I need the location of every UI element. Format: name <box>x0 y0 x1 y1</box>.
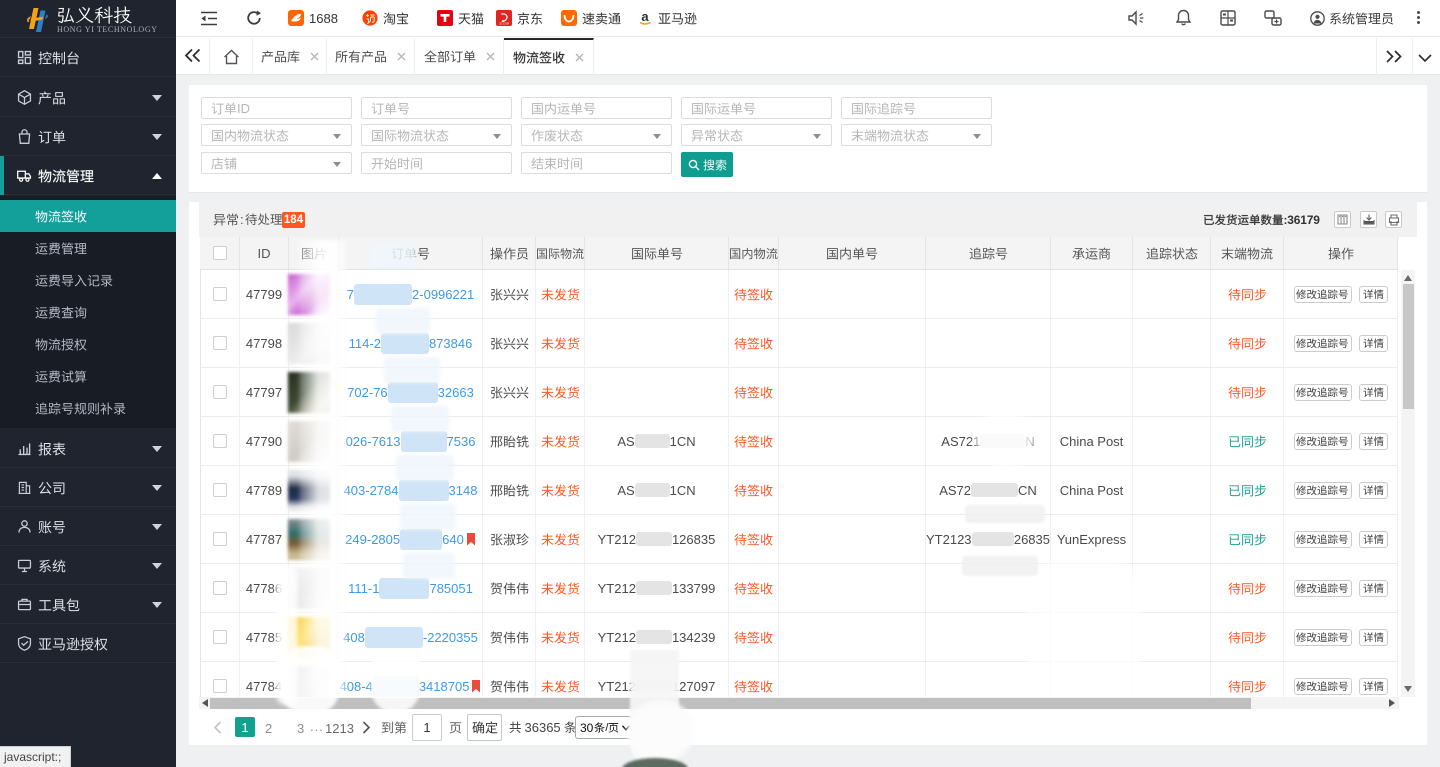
svg-text:JD.COM: JD.COM <box>499 21 509 25</box>
svg-text:a: a <box>641 10 649 24</box>
